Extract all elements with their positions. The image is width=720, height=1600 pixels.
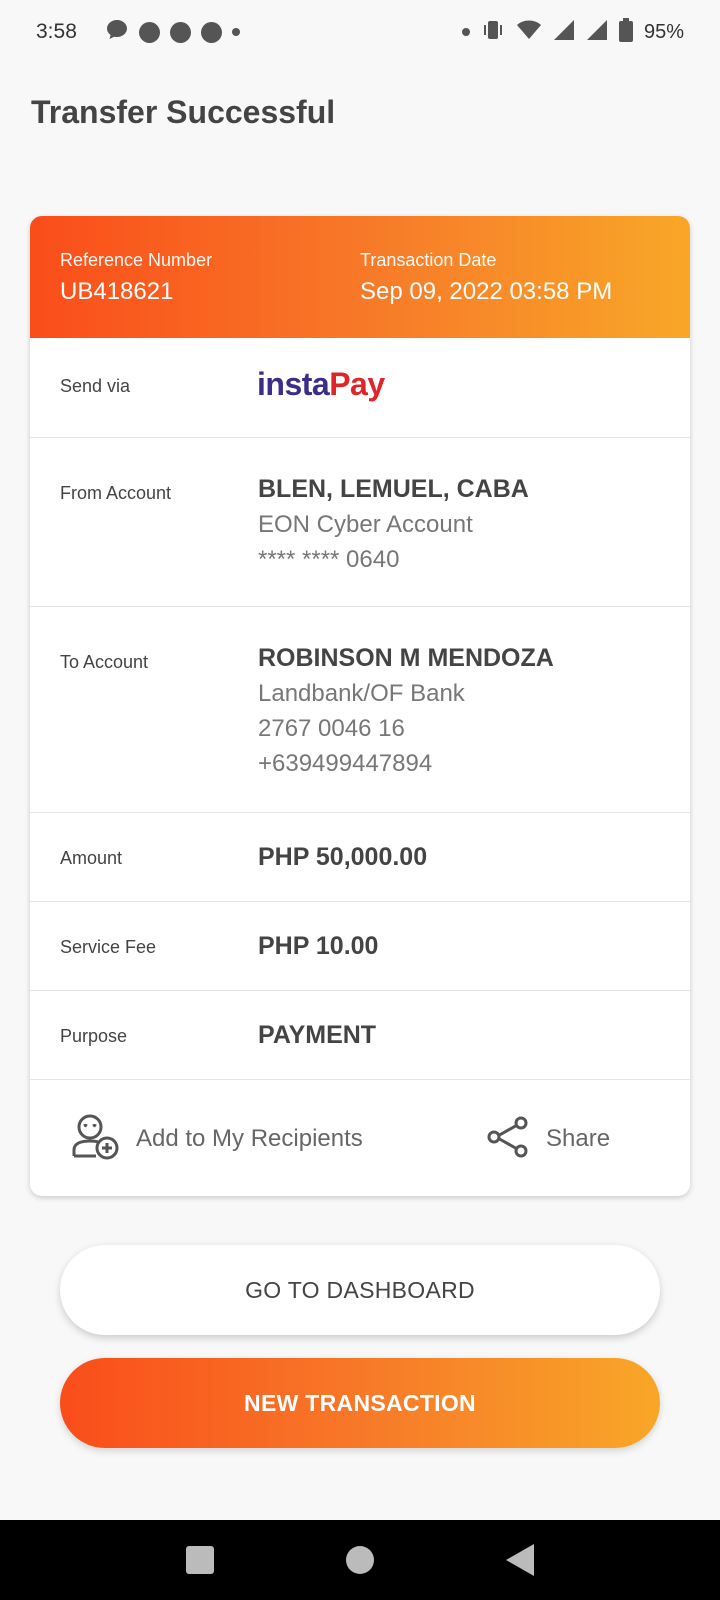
receipt-header: Reference Number UB418621 Transaction Da…	[30, 216, 690, 338]
to-account-number: 2767 0046 16	[258, 715, 405, 742]
status-bar: 3:58 95%	[0, 0, 720, 64]
to-account-row: To Account ROBINSON M MENDOZA Landbank/O…	[30, 607, 690, 813]
service-fee-value: PHP 10.00	[258, 932, 379, 960]
add-to-recipients-button[interactable]: Add to My Recipients	[70, 1112, 363, 1167]
share-label: Share	[546, 1125, 611, 1152]
amount-row: Amount PHP 50,000.00	[30, 813, 690, 902]
vibrate-icon	[481, 19, 505, 46]
amount-label: Amount	[60, 848, 123, 868]
home-icon[interactable]	[346, 1546, 374, 1574]
navigation-bar	[0, 1520, 720, 1600]
service-fee-row: Service Fee PHP 10.00	[30, 902, 690, 991]
add-to-recipients-label: Add to My Recipients	[136, 1125, 363, 1152]
status-left: 3:58	[36, 18, 240, 47]
transaction-date-value: Sep 09, 2022 03:58 PM	[360, 278, 613, 305]
instapay-logo-pay: Pay	[329, 366, 385, 402]
notification-dot-icon	[138, 21, 160, 43]
screen: 3:58 95% Transfer Successful Reference N…	[0, 0, 720, 1600]
status-time: 3:58	[36, 20, 77, 43]
signal-icon	[553, 19, 575, 46]
from-account-number: **** **** 0640	[258, 546, 400, 573]
add-user-icon	[70, 1112, 120, 1167]
reference-number-value: UB418621	[60, 278, 174, 305]
to-account-label: To Account	[60, 652, 149, 672]
service-fee-label: Service Fee	[60, 937, 157, 957]
from-account-type: EON Cyber Account	[258, 511, 473, 538]
receipt-card: Reference Number UB418621 Transaction Da…	[30, 216, 690, 1196]
battery-icon	[618, 17, 633, 47]
to-account-name: ROBINSON M MENDOZA	[258, 644, 554, 672]
status-right: 95%	[461, 17, 684, 47]
receipt-actions: Add to My Recipients Share	[30, 1086, 690, 1192]
purpose-label: Purpose	[60, 1026, 128, 1046]
page-title: Transfer Successful	[31, 94, 336, 130]
purpose-row: Purpose PAYMENT	[30, 991, 690, 1080]
go-to-dashboard-button[interactable]: GO TO DASHBOARD	[60, 1245, 660, 1335]
send-via-row: Send via instaPay	[30, 338, 690, 438]
message-icon	[105, 18, 129, 47]
transaction-date-label: Transaction Date	[360, 250, 497, 270]
signal-icon	[586, 19, 608, 46]
dot-icon	[461, 28, 470, 36]
recent-apps-icon[interactable]	[186, 1546, 214, 1574]
from-account-row: From Account BLEN, LEMUEL, CABA EON Cybe…	[30, 438, 690, 607]
to-account-details: ROBINSON M MENDOZA Landbank/OF Bank 2767…	[258, 641, 554, 781]
share-button[interactable]: Share	[486, 1115, 610, 1164]
new-transaction-button[interactable]: NEW TRANSACTION	[60, 1358, 660, 1448]
battery-percentage: 95%	[643, 20, 684, 43]
to-account-bank: Landbank/OF Bank	[258, 680, 465, 707]
from-account-label: From Account	[60, 483, 172, 503]
reference-number-label: Reference Number	[60, 250, 213, 270]
wifi-icon	[516, 19, 542, 46]
purpose-value: PAYMENT	[258, 1021, 377, 1049]
from-account-details: BLEN, LEMUEL, CABA EON Cyber Account ***…	[258, 472, 529, 577]
back-icon[interactable]	[506, 1544, 534, 1576]
to-account-phone: +639499447894	[258, 750, 433, 777]
from-account-name: BLEN, LEMUEL, CABA	[258, 475, 529, 503]
notification-dot-icon	[169, 21, 191, 43]
amount-value: PHP 50,000.00	[258, 843, 428, 871]
more-notifications-icon	[231, 28, 240, 36]
notification-dot-icon	[200, 21, 222, 43]
share-icon	[486, 1115, 530, 1164]
send-via-label: Send via	[60, 376, 131, 396]
instapay-logo-insta: insta	[257, 366, 330, 402]
instapay-logo: instaPay	[257, 366, 385, 403]
